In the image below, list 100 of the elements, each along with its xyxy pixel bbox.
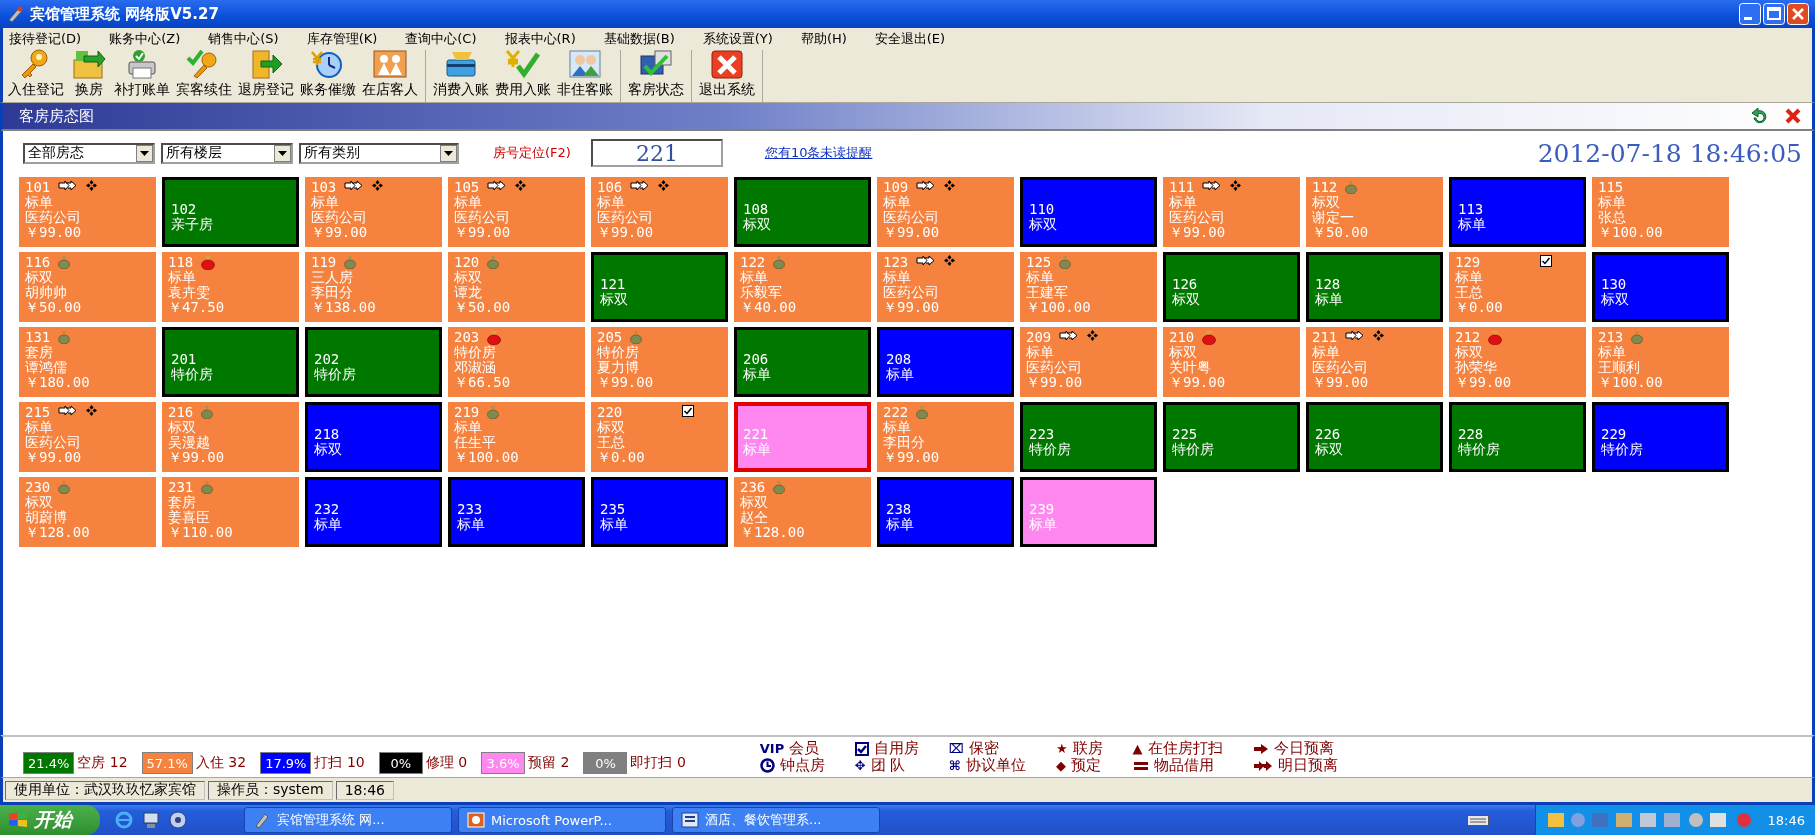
room-type: 标双 <box>1312 195 1341 210</box>
close-button[interactable] <box>1787 3 1809 25</box>
dropdown[interactable]: 所有类别 <box>299 142 459 164</box>
taskbar-button[interactable]: 宾馆管理系统 网... <box>244 807 452 833</box>
room-tile[interactable]: 233 标单 <box>448 477 585 547</box>
room-tile[interactable]: 201 特价房 <box>162 327 299 397</box>
guest-name: 乐毅军 <box>740 285 783 300</box>
room-tile[interactable]: 228 特价房 <box>1449 402 1586 472</box>
room-tile[interactable]: 206 标单 <box>734 327 871 397</box>
menu-item[interactable]: 查询中心(C) <box>405 30 477 48</box>
arrow-folder-icon <box>70 48 108 80</box>
toolbar-button[interactable]: 在店客人 <box>359 46 421 102</box>
room-price: ￥99.00 <box>1169 375 1227 390</box>
toolbar-button[interactable]: 宾客续住 <box>173 46 235 102</box>
menu-item[interactable]: 销售中心(S) <box>208 30 279 48</box>
room-tile[interactable]: 113 标单 <box>1449 177 1586 247</box>
room-price: ￥100.00 <box>1026 300 1092 315</box>
status-count: 即打扫 0 <box>630 754 686 772</box>
room-number: 123 <box>883 255 909 270</box>
legend-label: 保密 <box>968 739 999 757</box>
taskbar-button[interactable]: Microsoft PowerP... <box>458 807 666 833</box>
close-icon[interactable] <box>1784 108 1802 124</box>
room-tile[interactable]: 108 标双 <box>734 177 871 247</box>
room-type: 标双 <box>743 216 772 232</box>
toolbar-button[interactable]: 消费入账 <box>430 46 492 102</box>
menu-item[interactable]: 基础数据(B) <box>603 30 675 48</box>
room-price: ￥110.00 <box>168 525 234 540</box>
room-tile[interactable]: 110 标双 <box>1020 177 1157 247</box>
room-type: 标单 <box>886 366 915 382</box>
room-number: 211 <box>1312 330 1338 345</box>
room-number: 208 <box>886 351 912 367</box>
legend-label: 团 队 <box>870 756 906 775</box>
room-tile[interactable]: 126 标双 <box>1163 252 1300 322</box>
room-tile[interactable]: 225 特价房 <box>1163 402 1300 472</box>
room-type: 标单 <box>454 420 483 435</box>
room-type: 标双 <box>25 495 54 510</box>
room-number: 106 <box>597 180 623 195</box>
room-type: 标双 <box>597 420 626 435</box>
bag-icon <box>58 255 71 269</box>
toolbar-button[interactable]: 非住客账 <box>554 46 616 102</box>
guest-name: 医药公司 <box>454 210 511 225</box>
caret-icon[interactable] <box>440 144 457 162</box>
keyboard-icon[interactable] <box>1466 813 1489 827</box>
room-type: 标双 <box>1029 216 1058 232</box>
dropdown[interactable]: 全部房态 <box>23 142 155 164</box>
room-tile[interactable]: 202 特价房 <box>305 327 442 397</box>
reminder-link[interactable]: 您有10条未读提醒 <box>764 144 873 162</box>
menu-item[interactable]: 账务中心(Z) <box>109 30 181 48</box>
menu-item[interactable]: 安全退出(E) <box>874 30 946 48</box>
toolbar-button[interactable]: 换房 <box>67 46 111 102</box>
toolbar-button[interactable]: 入住登记 <box>5 46 67 102</box>
clock-text: 18:46 <box>1767 812 1805 828</box>
room-type: 标双 <box>1169 345 1198 360</box>
menu-item[interactable]: 帮助(H) <box>800 30 847 48</box>
room-tile[interactable]: 121 标双 <box>591 252 728 322</box>
windows-logo-icon <box>8 811 28 829</box>
room-tile[interactable]: 128 标单 <box>1306 252 1443 322</box>
room-price: ￥66.50 <box>454 375 512 390</box>
room-type: 标单 <box>168 270 197 285</box>
room-tile[interactable]: 226 标双 <box>1306 402 1443 472</box>
status-swatch: 0% <box>378 752 423 774</box>
media-icon[interactable] <box>168 810 188 830</box>
room-tile[interactable]: 130 标双 <box>1592 252 1729 322</box>
menu-item[interactable]: 报表中心(R) <box>504 30 576 48</box>
guest-name: 医药公司 <box>883 285 940 300</box>
room-tile[interactable]: 235 标单 <box>591 477 728 547</box>
browser-icon[interactable] <box>114 810 134 830</box>
start-button[interactable]: 开始 <box>0 805 100 835</box>
toolbar-button[interactable]: 账务催缴 <box>297 46 359 102</box>
desktop-icon[interactable] <box>142 810 160 830</box>
toolbar-button[interactable]: 退房登记 <box>235 46 297 102</box>
menu-item[interactable]: 接待登记(D) <box>9 30 82 48</box>
dropdown[interactable]: 所有楼层 <box>161 142 293 164</box>
room-tile[interactable]: 238 标单 <box>877 477 1014 547</box>
bag-icon <box>916 405 929 419</box>
guest-name: 医药公司 <box>1312 360 1369 375</box>
room-type: 标单 <box>314 516 343 532</box>
room-number: 120 <box>454 255 480 270</box>
taskbar-button[interactable]: 酒店、餐饮管理系... <box>672 807 880 833</box>
toolbar-button[interactable]: 补打账单 <box>111 46 173 102</box>
room-tile[interactable]: 223 特价房 <box>1020 402 1157 472</box>
room-tile[interactable]: 218 标双 <box>305 402 442 472</box>
room-type: 特价房 <box>454 345 497 360</box>
diamond-cluster-icon <box>515 180 527 191</box>
room-tile[interactable]: 102 亲子房 <box>162 177 299 247</box>
room-number: 229 <box>1601 426 1627 442</box>
toolbar-button[interactable]: 费用入账 <box>492 46 554 102</box>
menu-item[interactable]: 系统设置(Y) <box>702 30 773 48</box>
room-number-field[interactable]: 221 <box>590 139 723 167</box>
caret-icon[interactable] <box>136 144 153 162</box>
room-number: 209 <box>1026 330 1052 345</box>
caret-icon[interactable] <box>274 144 291 162</box>
minimize-button[interactable] <box>1739 3 1761 25</box>
toolbar-button[interactable]: 客房状态 <box>625 46 687 102</box>
room-tile[interactable]: 229 特价房 <box>1592 402 1729 472</box>
maximize-button[interactable] <box>1763 3 1785 25</box>
room-tile[interactable]: 208 标单 <box>877 327 1014 397</box>
toolbar-button[interactable]: 退出系统 <box>696 46 758 102</box>
room-tile[interactable]: 232 标单 <box>305 477 442 547</box>
menu-item[interactable]: 库存管理(K) <box>306 30 378 48</box>
